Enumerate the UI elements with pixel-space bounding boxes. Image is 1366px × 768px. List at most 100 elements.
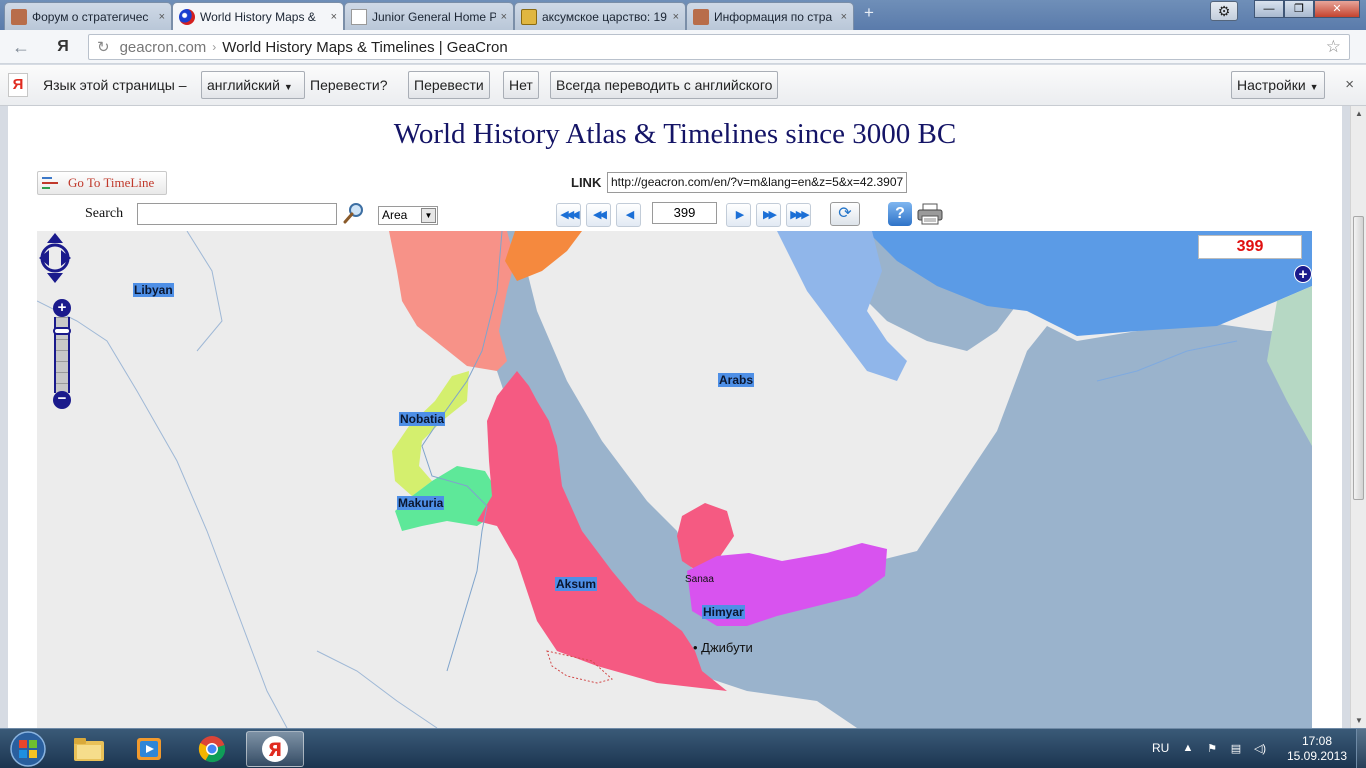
map-label-libyan[interactable]: Libyan (133, 283, 174, 297)
settings-label: Настройки (1237, 77, 1306, 93)
refresh-icon[interactable]: ⟳ (830, 202, 860, 226)
back-arrow-icon[interactable]: ← (10, 37, 32, 57)
scroll-down-icon[interactable]: ▼ (1353, 716, 1365, 725)
page-scrollbar[interactable]: ▲ ▼ (1350, 106, 1366, 728)
taskbar-yandex-browser[interactable]: Я (246, 731, 304, 767)
zoom-in-button[interactable]: + (53, 299, 71, 317)
map-year-badge: 399 (1198, 235, 1302, 259)
area-select[interactable]: Area ▼ (378, 206, 438, 225)
tab-aksum[interactable]: аксумское царство: 19 × (514, 2, 686, 30)
map-label-himyar[interactable]: Himyar (702, 605, 745, 619)
goto-timeline-button[interactable]: Go To TimeLine (37, 171, 167, 195)
pan-control-icon[interactable] (37, 231, 73, 285)
minimize-button[interactable]: — (1254, 0, 1284, 18)
no-button[interactable]: Нет (503, 71, 539, 99)
maximize-button[interactable]: ❐ (1284, 0, 1314, 18)
translate-bar: Я Язык этой страницы – английский ▼ Перев… (0, 65, 1366, 106)
close-icon[interactable]: × (673, 11, 679, 23)
zoom-control[interactable]: + − (53, 299, 71, 411)
show-desktop-button[interactable] (1356, 729, 1366, 768)
tab-forum[interactable]: Форум о стратегичес × (4, 2, 172, 30)
system-clock[interactable]: 17:08 15.09.2013 (1284, 734, 1350, 764)
tab-junior-general[interactable]: Junior General Home P × (344, 2, 514, 30)
forward-button[interactable]: ▶ (726, 203, 751, 227)
map-canvas[interactable] (37, 231, 1312, 728)
tab-geacron[interactable]: World History Maps & × (172, 2, 344, 30)
star-icon[interactable]: ☆ (1326, 37, 1341, 57)
flag-icon[interactable]: ⚑ (1204, 742, 1220, 756)
map-expand-button[interactable]: + (1294, 265, 1312, 283)
close-window-button[interactable]: ✕ (1314, 0, 1360, 18)
zoom-out-button[interactable]: − (53, 391, 71, 409)
tab-title: аксумское царство: 19 (542, 9, 667, 24)
river-line (37, 300, 288, 728)
search-favicon-icon (521, 8, 537, 25)
zoom-slider-handle[interactable] (53, 327, 71, 335)
first-year-button[interactable]: ◀◀◀ (556, 203, 581, 227)
city-djibouti[interactable]: • Джибути (693, 640, 753, 655)
taskbar: Я RU ▲ ⚑ ▤ ◁) 17:08 15.09.2013 (0, 728, 1366, 768)
forward-big-button[interactable]: ▶▶ (756, 203, 781, 227)
new-tab-button[interactable]: + (858, 4, 880, 23)
scrollbar-thumb[interactable] (1353, 216, 1364, 500)
network-icon[interactable]: ▤ (1228, 742, 1244, 756)
folder-icon (74, 738, 104, 761)
language-value: английский (207, 77, 280, 93)
window-border-right (1342, 106, 1350, 728)
translate-button[interactable]: Перевести (408, 71, 490, 99)
close-icon[interactable]: × (331, 11, 337, 23)
scroll-up-icon[interactable]: ▲ (1353, 109, 1365, 118)
translate-question: Перевести? (310, 77, 388, 93)
chevron-down-icon: ▼ (421, 208, 436, 223)
city-djibouti-label: Джибути (701, 640, 753, 655)
forum-favicon-icon (11, 8, 27, 25)
map-label-nobatia[interactable]: Nobatia (399, 412, 446, 426)
printer-icon[interactable] (917, 203, 943, 225)
gear-icon[interactable]: ⚙ (1210, 1, 1238, 21)
close-icon[interactable]: × (1345, 76, 1354, 93)
last-year-button[interactable]: ▶▶▶ (786, 203, 811, 227)
start-button[interactable] (3, 730, 53, 768)
search-label: Search (85, 206, 124, 221)
language-label: Язык этой страницы – (43, 77, 187, 93)
map-label-aksum[interactable]: Aksum (555, 577, 598, 591)
svg-text:Я: Я (268, 739, 283, 761)
close-icon[interactable]: × (841, 11, 847, 23)
city-sanaa[interactable]: Sanaa (685, 574, 714, 585)
page-favicon-icon (351, 8, 367, 25)
tab-title: Junior General Home P (372, 9, 496, 24)
close-icon[interactable]: × (159, 11, 165, 23)
taskbar-media-player[interactable] (120, 731, 178, 767)
reload-icon[interactable]: ↻ (97, 38, 110, 56)
chrome-icon (198, 736, 226, 763)
close-icon[interactable]: × (501, 11, 507, 23)
page-title: World History Atlas & Timelines since 30… (393, 118, 957, 150)
always-translate-button[interactable]: Всегда переводить с английского (550, 71, 779, 99)
keyboard-language[interactable]: RU (1152, 741, 1169, 755)
address-bar[interactable]: ↻ geacron.com › World History Maps & Tim… (88, 34, 1350, 60)
chevron-up-icon[interactable]: ▲ (1180, 742, 1196, 756)
taskbar-chrome[interactable] (183, 731, 241, 767)
year-input[interactable]: 399 (652, 202, 717, 224)
search-icon[interactable] (343, 202, 365, 224)
back-big-button[interactable]: ◀◀ (586, 203, 611, 227)
link-field[interactable]: http://geacron.com/en/?v=m&lang=en&z=5&x… (607, 172, 907, 193)
chevron-down-icon: ▼ (1309, 82, 1319, 92)
map-label-arabs[interactable]: Arabs (718, 373, 755, 387)
address-page-title: World History Maps & Timelines | GeaCron (222, 38, 508, 56)
search-input[interactable] (137, 203, 337, 225)
chevron-down-icon: ▼ (283, 82, 293, 92)
translate-settings-button[interactable]: Настройки ▼ (1231, 71, 1325, 99)
map-label-makuria[interactable]: Makuria (397, 496, 445, 510)
yandex-home-icon[interactable]: Я (52, 37, 74, 57)
back-button[interactable]: ◀ (616, 203, 641, 227)
tab-info[interactable]: Информация по стра × (686, 2, 854, 30)
page-content: World History Atlas & Timelines since 30… (8, 106, 1342, 728)
volume-icon[interactable]: ◁) (1252, 742, 1268, 756)
tab-strip: Форум о стратегичес × World History Maps… (0, 0, 1366, 30)
geacron-favicon-icon (179, 8, 195, 25)
help-icon[interactable]: ? (888, 202, 912, 226)
history-map[interactable]: Libyan Arabs Nobatia Makuria Aksum Himya… (37, 231, 1312, 728)
taskbar-explorer[interactable] (60, 731, 118, 767)
language-dropdown[interactable]: английский ▼ (201, 71, 305, 99)
